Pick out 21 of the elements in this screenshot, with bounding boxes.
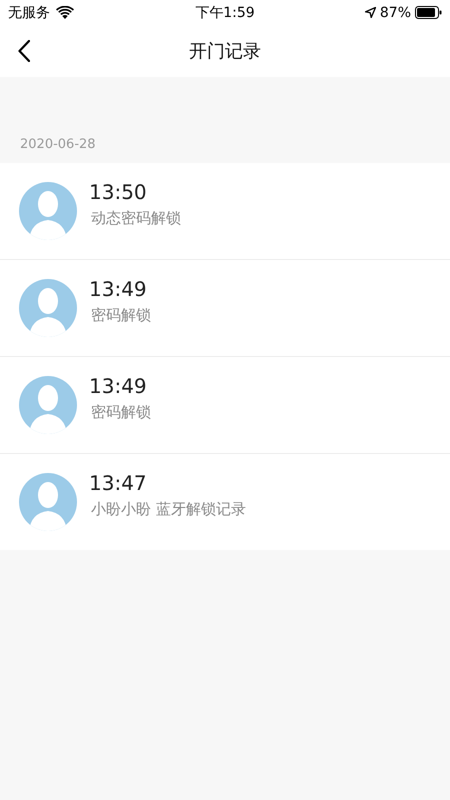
record-description: 小盼小盼 蓝牙解锁记录 <box>90 500 246 519</box>
record-time: 13:49 <box>89 277 148 301</box>
record-time: 13:50 <box>89 180 148 204</box>
battery-icon <box>415 6 442 19</box>
page-title: 开门记录 <box>189 40 261 63</box>
record-description: 动态密码解锁 <box>90 209 181 228</box>
battery-text: 87% <box>380 4 411 20</box>
date-header: 2020-06-28 <box>19 136 97 154</box>
carrier-text: 无服务 <box>8 4 50 22</box>
avatar-icon <box>19 376 77 434</box>
record-time: 13:47 <box>89 471 148 495</box>
wifi-icon <box>56 6 74 19</box>
record-description: 密码解锁 <box>90 403 151 422</box>
back-icon[interactable] <box>18 40 30 62</box>
avatar-icon <box>19 279 77 337</box>
location-icon <box>364 7 376 18</box>
avatar-icon <box>19 182 77 240</box>
record-time: 13:49 <box>89 374 148 398</box>
record-description: 密码解锁 <box>90 306 151 325</box>
clock-text: 下午1:59 <box>195 4 255 22</box>
avatar-icon <box>19 473 77 531</box>
